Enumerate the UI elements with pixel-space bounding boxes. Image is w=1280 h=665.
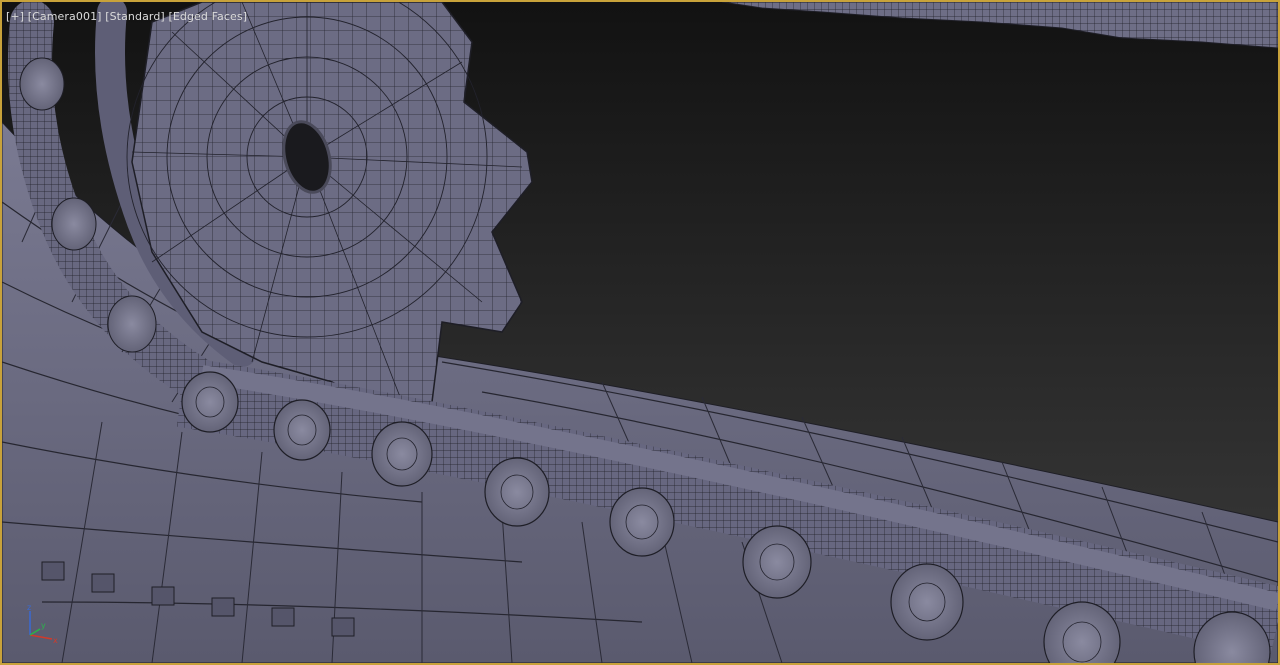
upper-track [721,2,1278,49]
viewport-shading-menu[interactable]: [Standard] [105,10,165,23]
axis-z-label: z [27,605,31,612]
viewport-display-menu[interactable]: [Edged Faces] [168,10,247,23]
scene-render[interactable] [2,2,1278,663]
viewport-camera-menu[interactable]: [Camera001] [28,10,102,23]
viewport-camera001[interactable]: [+] [Camera001] [Standard] [Edged Faces]… [0,0,1280,665]
axis-x-label: x [53,636,58,645]
viewport-menu-plus[interactable]: [+] [6,10,24,23]
axis-y-label: y [41,621,46,630]
viewport-label: [+] [Camera001] [Standard] [Edged Faces] [6,10,247,23]
axis-tripod-icon: z x y [27,605,58,645]
